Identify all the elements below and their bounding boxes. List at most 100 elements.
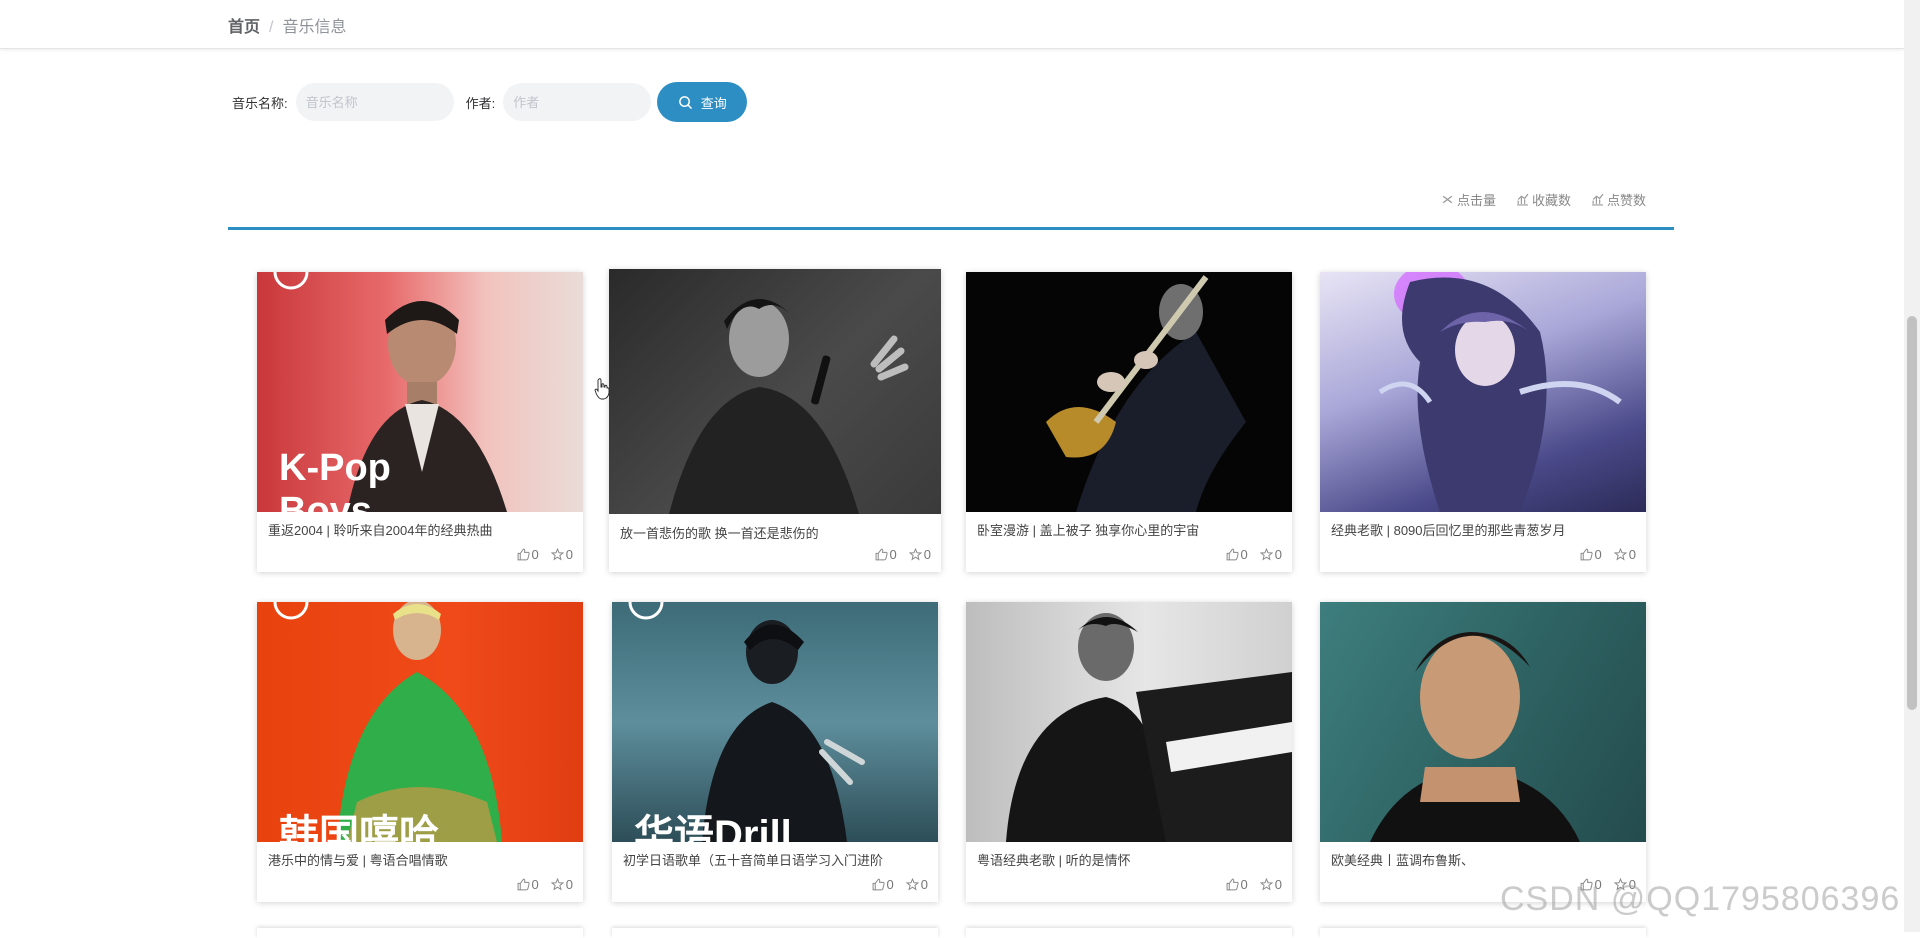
cover-caption: K-Pop [279, 447, 391, 489]
like-count[interactable]: 0 [517, 877, 539, 892]
sort-by-clicks[interactable]: 点击量 [1441, 190, 1496, 209]
like-count[interactable]: 0 [872, 877, 894, 892]
like-count-value: 0 [531, 547, 539, 562]
breadcrumb-separator: / [269, 19, 274, 36]
like-count[interactable]: 0 [1226, 877, 1248, 892]
music-cover: 华语Drill [612, 602, 938, 842]
card-stats: 0 0 [872, 877, 928, 892]
card-stats: 0 0 [517, 877, 573, 892]
favorite-count[interactable]: 0 [1259, 547, 1282, 562]
like-count-value: 0 [889, 547, 897, 562]
music-cover [609, 269, 941, 514]
card-stats: 0 0 [1226, 547, 1282, 562]
music-cover [966, 272, 1292, 512]
like-count-value: 0 [531, 877, 539, 892]
cover-caption: 韩国嘻哈 [279, 813, 439, 842]
music-name-label: 音乐名称: [232, 95, 288, 111]
pianist-figure [1006, 613, 1292, 842]
sort-by-likes[interactable]: 点赞数 [1591, 190, 1646, 209]
favorite-count[interactable]: 0 [1613, 547, 1636, 562]
music-card[interactable]: 放一首悲伤的歌 换一首还是悲伤的 0 0 [609, 269, 941, 572]
music-cover: K-Pop Boys [257, 272, 583, 512]
thumbs-up-icon [517, 878, 530, 891]
cover-caption: 华语Drill [634, 813, 792, 842]
star-icon [550, 548, 564, 561]
breadcrumb-home[interactable]: 首页 [228, 19, 260, 36]
music-title: 欧美经典丨蓝调布鲁斯、 [1331, 853, 1475, 868]
favorite-count-value: 0 [1274, 547, 1282, 562]
page-scrollbar[interactable] [1904, 0, 1920, 932]
music-card[interactable]: K-Pop Boys 重返2004 | 聆听来自2004年的经典热曲 0 0 [257, 272, 583, 572]
music-title: 港乐中的情与爱 | 粤语合唱情歌 [268, 853, 448, 868]
thumbs-up-icon [1226, 548, 1239, 561]
hand-cursor-icon [594, 378, 610, 400]
card-partial [612, 928, 938, 938]
card-stats: 0 0 [517, 547, 573, 562]
favorite-count[interactable]: 0 [550, 877, 573, 892]
like-count-value: 0 [1594, 547, 1602, 562]
music-card[interactable]: 欧美经典丨蓝调布鲁斯、 0 0 [1320, 602, 1646, 902]
star-icon [550, 878, 564, 891]
card-stats: 0 0 [1580, 547, 1636, 562]
music-card[interactable]: 华语Drill 初学日语歌单（五十音简单日语学习入门进阶 0 0 [612, 602, 938, 902]
star-icon [1613, 548, 1627, 561]
music-cover: 韩国嘻哈 [257, 602, 583, 842]
search-button[interactable]: 查询 [657, 82, 748, 122]
music-title: 经典老歌 | 8090后回忆里的那些青葱岁月 [1331, 523, 1566, 538]
breadcrumb-current: 音乐信息 [282, 19, 347, 36]
guitarist-figure [1046, 275, 1246, 512]
chart-icon [1517, 193, 1529, 206]
like-count-value: 0 [1240, 877, 1248, 892]
section-divider [228, 227, 1674, 230]
favorite-count-value: 0 [920, 877, 928, 892]
music-cover [1320, 602, 1646, 842]
music-title: 粤语经典老歌 | 听的是情怀 [977, 853, 1131, 868]
favorite-count-value: 0 [565, 547, 573, 562]
thumbs-up-icon [517, 548, 530, 561]
music-card[interactable]: 卧室漫游 | 盖上被子 独享你心里的宇宙 0 0 [966, 272, 1292, 572]
thumbs-up-icon [1580, 548, 1593, 561]
music-card[interactable]: 韩国嘻哈 港乐中的情与爱 | 粤语合唱情歌 0 0 [257, 602, 583, 902]
favorite-count[interactable]: 0 [908, 547, 931, 562]
chart-icon [1592, 193, 1604, 206]
top-bar: 首页 / 音乐信息 [0, 0, 1904, 49]
favorite-count-value: 0 [565, 877, 573, 892]
music-card[interactable]: 经典老歌 | 8090后回忆里的那些青葱岁月 0 0 [1320, 272, 1646, 572]
portrait-figure [1370, 632, 1580, 842]
thumbs-up-icon [1226, 878, 1239, 891]
thumbs-up-icon [872, 878, 885, 891]
star-icon [905, 878, 919, 891]
star-icon [908, 548, 922, 561]
sort-options: 点击量 收藏数 点赞数 [1441, 190, 1646, 209]
sort-label: 点赞数 [1606, 193, 1646, 208]
favorite-count-value: 0 [1274, 877, 1282, 892]
scrollbar-thumb[interactable] [1907, 316, 1917, 710]
favorite-count[interactable]: 0 [1259, 877, 1282, 892]
card-partial [966, 928, 1292, 938]
search-form: 音乐名称: 作者: 查询 [232, 82, 748, 122]
music-cover [1320, 272, 1646, 512]
favorite-count[interactable]: 0 [905, 877, 928, 892]
anime-figure [1378, 272, 1622, 512]
search-button-label: 查询 [700, 95, 727, 111]
sort-label: 收藏数 [1531, 193, 1571, 208]
author-input[interactable] [503, 83, 652, 121]
sort-by-favorites[interactable]: 收藏数 [1516, 190, 1571, 209]
like-count[interactable]: 0 [517, 547, 539, 562]
singer-figure [669, 299, 909, 514]
like-count[interactable]: 0 [1580, 547, 1602, 562]
like-count-value: 0 [1240, 547, 1248, 562]
music-name-input[interactable] [295, 83, 454, 121]
music-title: 重返2004 | 聆听来自2004年的经典热曲 [268, 523, 493, 538]
star-icon [1259, 878, 1273, 891]
favorite-count[interactable]: 0 [550, 547, 573, 562]
card-partial [1320, 928, 1646, 938]
search-icon [678, 95, 692, 109]
sort-label: 点击量 [1456, 193, 1496, 208]
card-partial [257, 928, 583, 938]
cover-caption-2: Boys [279, 490, 372, 512]
like-count[interactable]: 0 [875, 547, 897, 562]
like-count[interactable]: 0 [1226, 547, 1248, 562]
music-card[interactable]: 粤语经典老歌 | 听的是情怀 0 0 [966, 602, 1292, 902]
music-title: 放一首悲伤的歌 换一首还是悲伤的 [620, 526, 819, 541]
